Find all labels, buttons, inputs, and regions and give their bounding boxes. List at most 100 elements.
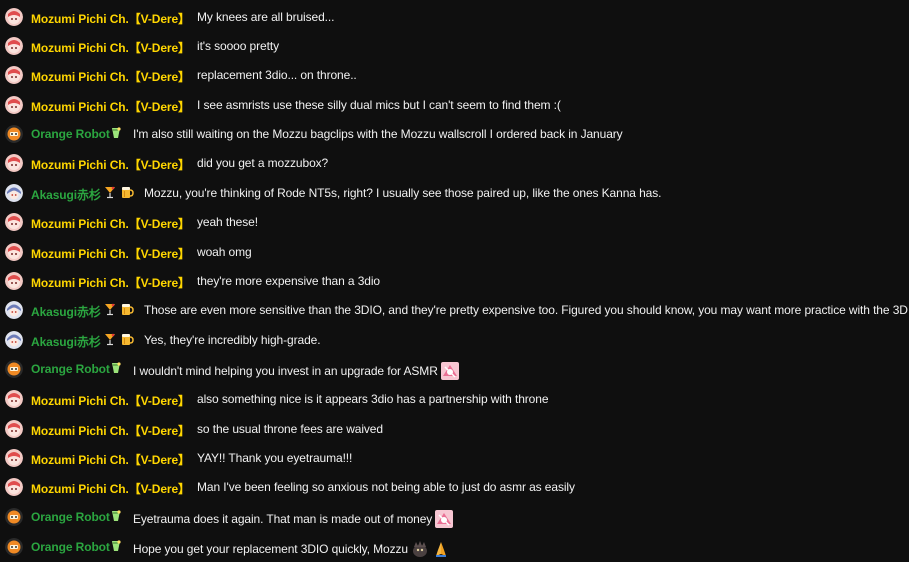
author-avatar[interactable] [5,154,23,172]
author-name[interactable]: Mozumi Pichi Ch.【V-Dere】 [31,392,190,409]
dark-creature-emote-icon [408,541,429,557]
author-name[interactable]: Mozumi Pichi Ch.【V-Dere】 [31,451,190,468]
author-avatar[interactable] [5,449,23,467]
author-avatar[interactable] [5,184,23,202]
message-body: My knees are all bruised... [197,10,335,24]
author-name[interactable]: Mozumi Pichi Ch.【V-Dere】 [31,39,190,56]
chat-message[interactable]: Orange Robot Hope you get your replacemen… [0,534,909,560]
member-drink-icon [109,539,123,558]
author-name[interactable]: Orange Robot [31,510,110,524]
author-avatar[interactable] [5,8,23,26]
message-body: Mozzu, you're thinking of Rode NT5s, rig… [144,186,662,200]
chat-message[interactable]: Mozumi Pichi Ch.【V-Dere】 also something n… [0,386,909,412]
author-avatar[interactable] [5,331,23,349]
message-text: also something nice is it appears 3dio h… [197,392,549,406]
chat-message[interactable]: Mozumi Pichi Ch.【V-Dere】 woah omg [0,239,909,265]
message-text: I'm also still waiting on the Mozzu bagc… [133,127,623,141]
message-text: replacement 3dio... on throne.. [197,68,357,82]
message-text: Hope you get your replacement 3DIO quick… [133,540,450,558]
message-body: did you get a mozzubox? [197,156,329,170]
member-drink-icon [109,509,123,528]
chat-message[interactable]: Mozumi Pichi Ch.【V-Dere】 yeah these! [0,209,909,235]
author-name[interactable]: Akasugi赤杉 [31,186,101,203]
author-name[interactable]: Orange Robot [31,362,110,376]
author-avatar[interactable] [5,37,23,55]
message-text: yeah these! [197,215,258,229]
beer-mug-icon [120,302,134,321]
chat-message[interactable]: Mozumi Pichi Ch.【V-Dere】 so the usual thr… [0,416,909,442]
author-avatar[interactable] [5,420,23,438]
message-body: Those are even more sensitive than the 3… [144,303,909,317]
message-text: YAY!! Thank you eyetrauma!!! [197,451,352,465]
chat-message[interactable]: Orange Robot I wouldn't mind helping you … [0,356,909,382]
author-avatar[interactable] [5,538,23,556]
author-avatar[interactable] [5,243,23,261]
cocktail-icon [103,332,117,351]
message-body: Man I've been feeling so anxious not bei… [197,480,575,494]
author-avatar[interactable] [5,96,23,114]
chat-message[interactable]: Akasugi赤杉 Mozzu, you're thinking of Rode … [0,180,909,206]
author-name[interactable]: Mozumi Pichi Ch.【V-Dere】 [31,156,190,173]
chat-message[interactable]: Mozumi Pichi Ch.【V-Dere】 YAY!! Thank you … [0,445,909,471]
author-avatar[interactable] [5,213,23,231]
chat-message[interactable]: Mozumi Pichi Ch.【V-Dere】 it's soooo prett… [0,33,909,59]
chat-message[interactable]: Orange Robot Eyetrauma does it again. Tha… [0,504,909,530]
message-text: so the usual throne fees are waived [197,422,383,436]
folded-hands-icon [429,542,450,557]
author-name[interactable]: Akasugi赤杉 [31,333,101,350]
author-avatar[interactable] [5,272,23,290]
chat-message[interactable]: Akasugi赤杉 Those are even more sensitive t… [0,297,909,323]
message-text: Man I've been feeling so anxious not bei… [197,480,575,494]
author-badges [109,509,123,528]
chat-message-list[interactable]: Mozumi Pichi Ch.【V-Dere】 My knees are all… [0,0,909,562]
member-drink-icon [109,126,123,145]
author-name[interactable]: Mozumi Pichi Ch.【V-Dere】 [31,98,190,115]
message-body: I'm also still waiting on the Mozzu bagc… [133,127,623,141]
author-name[interactable]: Orange Robot [31,540,110,554]
author-avatar[interactable] [5,478,23,496]
chat-message[interactable]: Mozumi Pichi Ch.【V-Dere】 My knees are all… [0,4,909,30]
author-name[interactable]: Mozumi Pichi Ch.【V-Dere】 [31,68,190,85]
author-avatar[interactable] [5,301,23,319]
author-name[interactable]: Akasugi赤杉 [31,303,101,320]
author-badges [103,332,134,351]
cocktail-icon [103,185,117,204]
message-text: Eyetrauma does it again. That man is mad… [133,510,454,528]
author-badges [103,185,134,204]
message-text: Mozzu, you're thinking of Rode NT5s, rig… [144,186,661,200]
message-body: Eyetrauma does it again. That man is mad… [133,512,433,526]
author-name[interactable]: Mozumi Pichi Ch.【V-Dere】 [31,274,190,291]
author-name[interactable]: Orange Robot [31,127,110,141]
pink-emote-icon [432,510,454,528]
author-avatar[interactable] [5,66,23,84]
author-badges [109,539,123,558]
author-avatar[interactable] [5,508,23,526]
chat-message[interactable]: Mozumi Pichi Ch.【V-Dere】 I see asmrists u… [0,92,909,118]
author-badges [109,361,123,380]
member-drink-icon [109,361,123,380]
pink-emote-icon [438,362,459,380]
chat-message[interactable]: Mozumi Pichi Ch.【V-Dere】 replacement 3dio… [0,62,909,88]
message-text: did you get a mozzubox? [197,156,328,170]
author-name[interactable]: Mozumi Pichi Ch.【V-Dere】 [31,480,190,497]
author-avatar[interactable] [5,390,23,408]
author-name[interactable]: Mozumi Pichi Ch.【V-Dere】 [31,422,190,439]
chat-message[interactable]: Akasugi赤杉 Yes, they're incredibly high-gr… [0,327,909,353]
author-name[interactable]: Mozumi Pichi Ch.【V-Dere】 [31,245,190,262]
chat-message[interactable]: Mozumi Pichi Ch.【V-Dere】 Man I've been fe… [0,474,909,500]
author-avatar[interactable] [5,360,23,378]
message-body: YAY!! Thank you eyetrauma!!! [197,451,353,465]
message-text: woah omg [197,245,252,259]
chat-message[interactable]: Mozumi Pichi Ch.【V-Dere】 they're more exp… [0,268,909,294]
chat-message[interactable]: Mozumi Pichi Ch.【V-Dere】 did you get a mo… [0,150,909,176]
chat-message[interactable]: Orange Robot I'm also still waiting on th… [0,121,909,147]
message-text: I wouldn't mind helping you invest in an… [133,362,459,380]
message-text: it's soooo pretty [197,39,279,53]
message-body: Hope you get your replacement 3DIO quick… [133,542,409,556]
message-body: I see asmrists use these silly dual mics… [197,98,561,112]
beer-mug-icon [120,185,134,204]
beer-mug-icon [120,332,134,351]
author-avatar[interactable] [5,125,23,143]
author-name[interactable]: Mozumi Pichi Ch.【V-Dere】 [31,10,190,27]
author-name[interactable]: Mozumi Pichi Ch.【V-Dere】 [31,215,190,232]
